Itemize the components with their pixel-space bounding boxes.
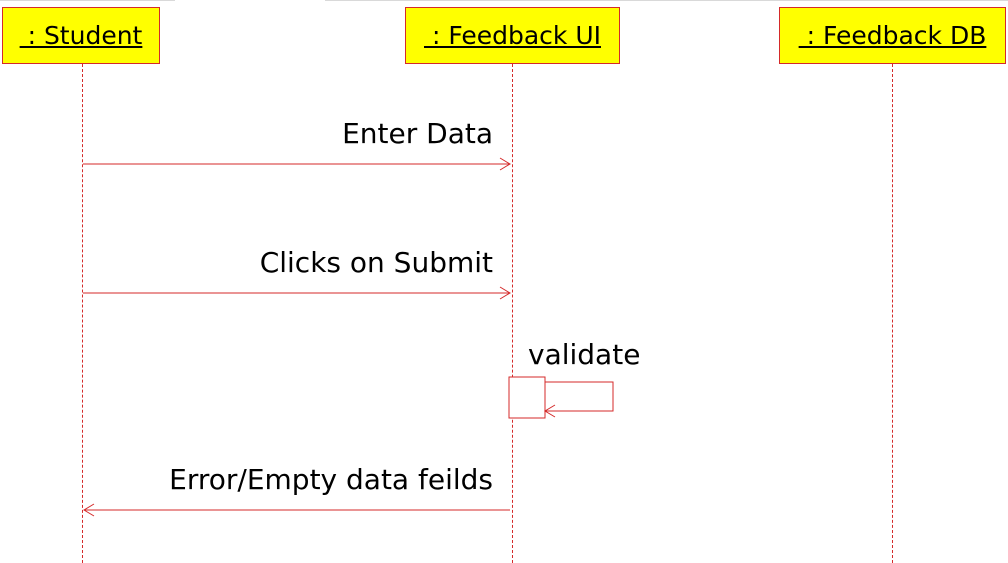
message-clicks-submit-arrow — [83, 286, 511, 300]
message-validate-arrow — [544, 381, 614, 418]
message-enter-data-label: Enter Data — [342, 117, 493, 150]
message-error-label: Error/Empty data feilds — [169, 463, 493, 496]
message-error-arrow — [83, 503, 510, 517]
message-validate-label: validate — [528, 338, 641, 371]
activation-box — [508, 376, 546, 419]
message-clicks-submit-label: Clicks on Submit — [259, 246, 493, 279]
message-enter-data-arrow — [83, 157, 511, 171]
message-arrows — [83, 157, 614, 517]
